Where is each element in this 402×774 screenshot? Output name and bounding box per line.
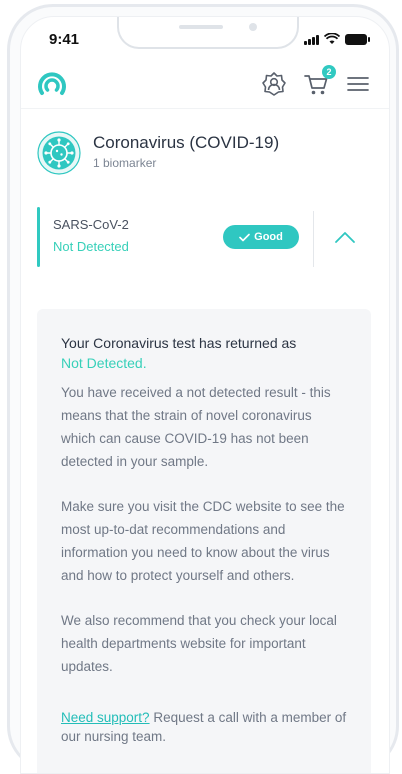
biomarker-status: Not Detected <box>53 239 129 254</box>
app-header: 2 <box>21 65 389 109</box>
person-badge-icon[interactable] <box>261 71 287 97</box>
row-divider <box>313 211 314 267</box>
result-accent-bar <box>37 207 40 267</box>
details-paragraph: You have received a not detected result … <box>61 385 331 469</box>
good-badge: Good <box>223 225 299 249</box>
chevron-up-icon[interactable] <box>333 229 357 245</box>
details-status: Not Detected. <box>61 355 147 371</box>
cart-button[interactable]: 2 <box>303 65 336 97</box>
result-details-card: Your Coronavirus test has returned as No… <box>37 309 371 773</box>
status-time: 9:41 <box>49 31 80 48</box>
menu-icon[interactable] <box>345 71 371 97</box>
check-icon <box>239 233 250 241</box>
test-header: Coronavirus (COVID-19) 1 biomarker <box>37 131 377 177</box>
biomarker-name: SARS-CoV-2 <box>53 217 129 232</box>
cart-count-badge: 2 <box>322 65 336 79</box>
details-heading: Your Coronavirus test has returned as <box>61 335 297 351</box>
details-paragraph: Make sure you visit the CDC website to s… <box>61 499 345 583</box>
app-screen: 9:41 2 Coronavirus (COVID-19) 1 biomarke… <box>20 16 390 774</box>
biomarker-count: 1 biomarker <box>93 156 157 170</box>
wifi-icon <box>324 33 340 44</box>
status-icons <box>304 33 370 45</box>
virus-icon <box>37 131 81 175</box>
details-paragraph: We also recommend that you check your lo… <box>61 613 337 674</box>
test-title: Coronavirus (COVID-19) <box>93 133 280 152</box>
support-line: Need support? Request a call with a memb… <box>61 708 347 746</box>
status-bar: 9:41 <box>21 17 389 61</box>
need-support-link[interactable]: Need support? <box>61 710 150 725</box>
header-actions: 2 <box>261 65 371 97</box>
good-badge-label: Good <box>254 231 283 243</box>
app-logo-icon[interactable] <box>37 69 67 99</box>
signal-icon <box>304 35 319 45</box>
biomarker-result-row[interactable]: SARS-CoV-2 Not Detected Good <box>37 207 375 267</box>
battery-icon <box>345 34 370 45</box>
